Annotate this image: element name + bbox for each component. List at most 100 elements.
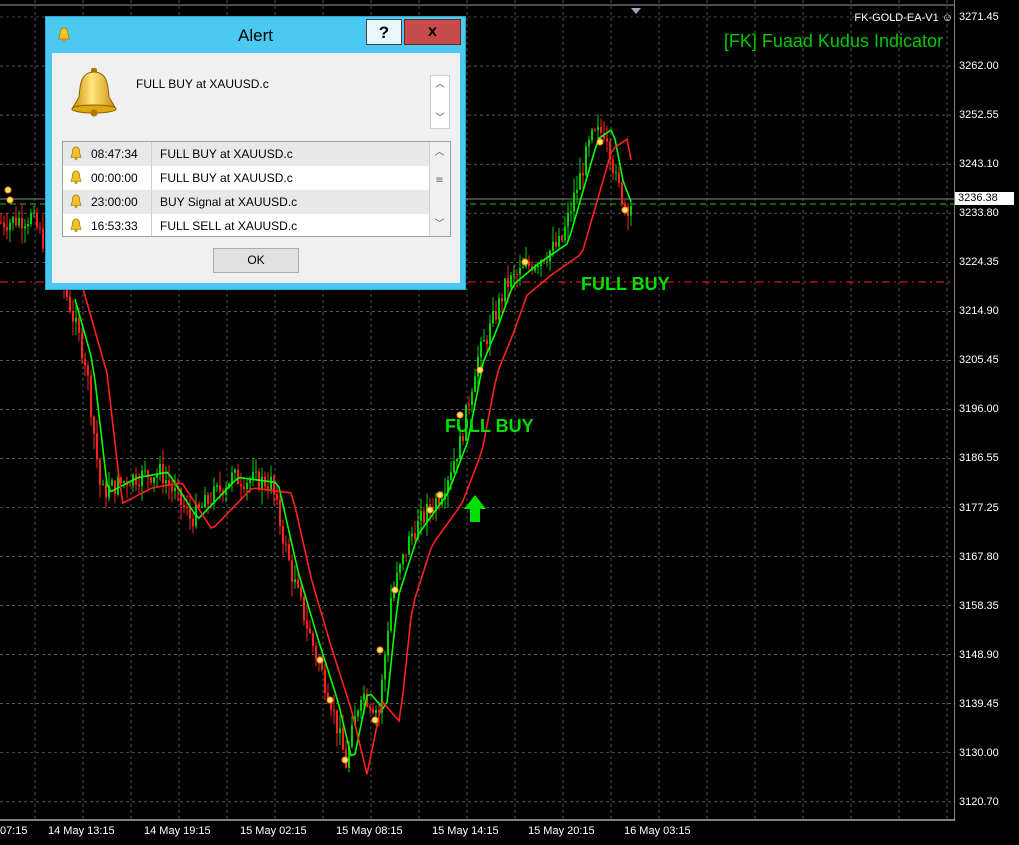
candle-body — [114, 480, 116, 495]
candle-body — [630, 206, 632, 216]
candle-body — [555, 241, 557, 247]
time-tick-label: 16 May 03:15 — [624, 825, 691, 837]
candle-body — [231, 472, 233, 484]
message-scrollbar[interactable]: ︿ ﹀ — [430, 75, 450, 129]
candle-body — [309, 628, 311, 634]
candle-body — [588, 140, 590, 147]
time-tick-label: 07:15 — [0, 825, 28, 837]
scroll-down-icon[interactable]: ﹀ — [430, 216, 449, 234]
price-tick-label: 3158.35 — [959, 599, 999, 612]
candle-body — [426, 504, 428, 523]
candle-body — [342, 728, 344, 750]
bell-icon — [69, 218, 83, 236]
candle-body — [144, 470, 146, 472]
candle-body — [33, 212, 35, 214]
candle-body — [357, 710, 359, 717]
column-divider — [151, 214, 152, 236]
list-scrollbar[interactable]: ︿ ≡ ﹀ — [429, 142, 450, 236]
list-item[interactable]: 16:53:33 FULL SELL at XAUUSD.c — [63, 214, 429, 236]
candle-body — [612, 159, 614, 174]
candle-body — [267, 486, 269, 490]
scroll-up-icon[interactable]: ︿ — [431, 76, 449, 94]
candle-body — [489, 323, 491, 344]
candle-body — [387, 630, 389, 656]
candle-body — [573, 192, 575, 212]
candle-body — [498, 298, 500, 320]
alert-time: 23:00:00 — [91, 195, 138, 209]
list-item[interactable]: 00:00:00 FULL BUY at XAUUSD.c — [63, 166, 429, 190]
candle-body — [414, 533, 416, 540]
column-divider — [151, 190, 152, 214]
expert-advisor-label[interactable]: FK-GOLD-EA-V1 ☺ — [854, 12, 953, 24]
time-tick-label: 15 May 08:15 — [336, 825, 403, 837]
scroll-up-icon[interactable]: ︿ — [430, 144, 449, 162]
signal-dot-icon — [376, 646, 384, 654]
candle-body — [294, 579, 296, 583]
list-item[interactable]: 23:00:00 BUY Signal at XAUUSD.c — [63, 190, 429, 214]
candle-body — [600, 127, 602, 133]
price-tick-label: 3186.55 — [959, 452, 999, 465]
full-buy-signal-text: FULL BUY — [581, 274, 670, 294]
candle-body — [183, 504, 185, 508]
candle-body — [99, 459, 101, 486]
candle-body — [537, 266, 539, 268]
candle-body — [249, 480, 251, 483]
candle-body — [546, 261, 548, 263]
candle-body — [189, 507, 191, 519]
close-button[interactable]: x — [404, 19, 461, 45]
scroll-down-icon[interactable]: ﹀ — [431, 110, 449, 128]
candle-body — [483, 340, 485, 342]
alert-time: 00:00:00 — [91, 171, 138, 185]
candle-body — [261, 476, 263, 490]
signal-dot-icon — [371, 716, 379, 724]
candle-body — [84, 358, 86, 366]
time-tick-label: 14 May 13:15 — [48, 825, 115, 837]
dialog-titlebar[interactable]: Alert ? x — [46, 17, 465, 53]
candle-body — [360, 700, 362, 711]
candle-body — [270, 476, 272, 490]
price-axis: 3271.45 3262.00 3252.55 3243.10 3233.80 3224.… — [955, 0, 1019, 845]
candle-body — [219, 485, 221, 491]
candle-body — [459, 435, 461, 460]
signal-dot-icon — [316, 656, 324, 664]
candle-body — [153, 477, 155, 483]
candle-body — [480, 341, 482, 357]
candle-body — [486, 340, 488, 344]
candle-body — [174, 488, 176, 492]
alert-dialog: Alert ? x FULL BUY at XAUUSD.c ︿ ﹀ 08:47… — [45, 16, 466, 290]
candle-body — [492, 311, 494, 324]
price-tick-label: 3271.45 — [959, 11, 999, 23]
candle-body — [453, 461, 455, 473]
ok-button[interactable]: OK — [213, 248, 299, 273]
alert-text: BUY Signal at XAUUSD.c — [160, 195, 298, 209]
candle-body — [408, 536, 410, 555]
candle-body — [27, 224, 29, 227]
candle-body — [186, 507, 188, 509]
alert-history-list[interactable]: 08:47:34 FULL BUY at XAUUSD.c 00:00:00 F… — [62, 141, 451, 237]
candle-body — [405, 554, 407, 556]
candle-body — [570, 211, 572, 213]
list-item[interactable]: 08:47:34 FULL BUY at XAUUSD.c — [63, 142, 429, 166]
candle-body — [333, 709, 335, 711]
candle-body — [279, 499, 281, 526]
candle-body — [423, 511, 425, 523]
candle-body — [216, 485, 218, 487]
candle-body — [207, 494, 209, 504]
dialog-body: FULL BUY at XAUUSD.c ︿ ﹀ 08:47:34 FULL B… — [52, 53, 460, 283]
candle-body — [396, 572, 398, 588]
full-buy-signal-text: FULL BUY — [445, 416, 534, 436]
bell-icon — [69, 146, 83, 164]
price-tick-label: 3167.80 — [959, 550, 999, 563]
candle-body — [204, 494, 206, 508]
candle-body — [75, 317, 77, 322]
candle-body — [624, 204, 626, 207]
price-tick-label: 3177.25 — [959, 501, 999, 514]
candle-body — [288, 543, 290, 561]
price-tick-label: 3196.00 — [959, 403, 999, 416]
candle-body — [384, 655, 386, 680]
help-button[interactable]: ? — [366, 19, 402, 45]
candle-body — [282, 525, 284, 544]
signal-dot-icon — [341, 756, 349, 764]
scroll-thumb-icon[interactable]: ≡ — [430, 172, 449, 190]
candle-body — [141, 470, 143, 487]
